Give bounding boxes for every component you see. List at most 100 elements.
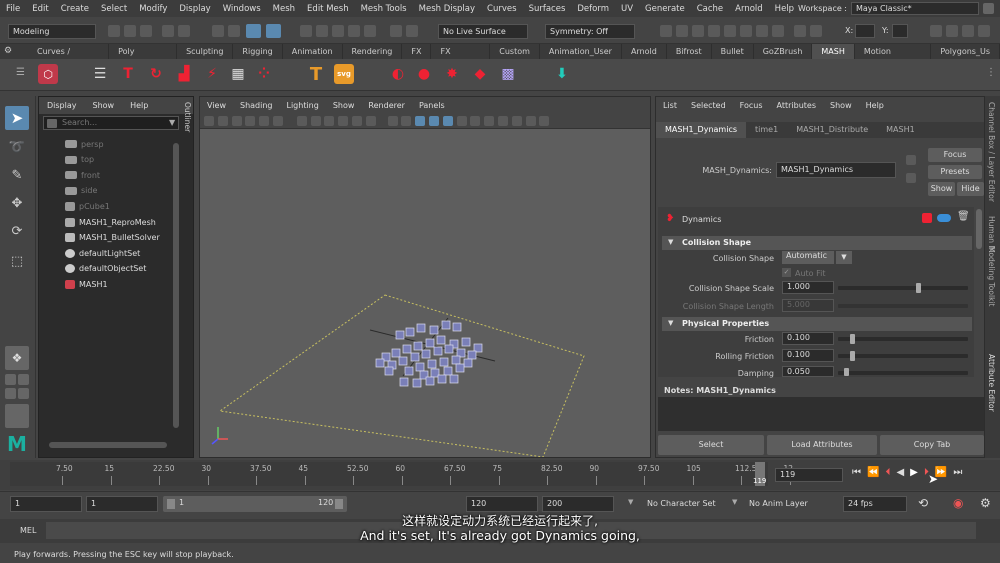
- menu-arnold[interactable]: Arnold: [729, 4, 769, 14]
- select-component-icon[interactable]: [246, 24, 261, 38]
- anim-layer-label[interactable]: No Anim Layer: [749, 499, 808, 508]
- show-button[interactable]: Show: [928, 182, 955, 196]
- outliner-item[interactable]: defaultLightSet: [65, 246, 140, 260]
- mash-cube[interactable]: [421, 349, 431, 359]
- menu-deform[interactable]: Deform: [571, 4, 615, 14]
- points-node-icon[interactable]: ⁘: [254, 64, 274, 84]
- snap-view-plane-icon[interactable]: [348, 25, 360, 37]
- dynamics-node-icon[interactable]: ✸: [442, 64, 462, 84]
- camera-select-icon[interactable]: [204, 116, 214, 126]
- signal-node-icon[interactable]: ●: [414, 64, 434, 84]
- layout-single-icon[interactable]: [5, 374, 16, 385]
- menu-set-dropdown[interactable]: Modeling: [8, 24, 96, 39]
- outliner-item[interactable]: MASH1_ReproMesh: [65, 215, 156, 229]
- shelf-settings-icon[interactable]: ⚙: [4, 46, 16, 57]
- play-backwards-icon[interactable]: ◀: [896, 467, 904, 478]
- shelf-tab-fx[interactable]: FX: [402, 44, 432, 59]
- snap-curve-icon[interactable]: [316, 25, 328, 37]
- copy-tab-button[interactable]: Copy Tab: [880, 435, 984, 455]
- shelf-tab-sculpting[interactable]: Sculpting: [177, 44, 234, 59]
- film-gate-icon[interactable]: [310, 116, 321, 126]
- shape-scale-field[interactable]: 1.000: [782, 281, 834, 294]
- x-field[interactable]: [855, 24, 875, 38]
- shelf-tab-fx-caching[interactable]: FX Caching: [431, 44, 491, 71]
- ae-tab-mash1-distribute[interactable]: MASH1_Distribute: [787, 122, 877, 138]
- color-node-icon[interactable]: ◆: [470, 64, 490, 84]
- shelf-tab-bullet[interactable]: Bullet: [712, 44, 754, 59]
- shelf-tab-animation[interactable]: Animation: [283, 44, 343, 59]
- outliner-menu-show[interactable]: Show: [85, 101, 123, 110]
- hide-button[interactable]: Hide: [957, 182, 984, 196]
- anim-layer-arrow-icon[interactable]: ▼: [732, 498, 737, 506]
- shelf-tab-mash[interactable]: MASH: [812, 44, 855, 59]
- shape-scale-knob[interactable]: [916, 283, 921, 293]
- xray-icon[interactable]: [525, 116, 536, 126]
- range-end-handle[interactable]: [335, 499, 343, 509]
- collision-shape-dropdown[interactable]: Automatic: [782, 251, 834, 264]
- delete-icon[interactable]: 🗑: [957, 211, 970, 222]
- xray-joints-icon[interactable]: [539, 116, 550, 126]
- menu-display[interactable]: Display: [173, 4, 216, 14]
- damping-field[interactable]: 0.050: [782, 366, 834, 377]
- gate-mask-icon[interactable]: [338, 116, 349, 126]
- snap-point-icon[interactable]: [332, 25, 344, 37]
- mash-cube[interactable]: [412, 378, 422, 388]
- go-to-end-icon[interactable]: ⏭: [953, 467, 962, 478]
- shelf-tab-poly-modeling[interactable]: Poly Modeling: [109, 44, 178, 71]
- damping-knob[interactable]: [844, 368, 849, 376]
- preferences-icon[interactable]: ⚙: [980, 496, 991, 510]
- textured-icon[interactable]: [429, 116, 439, 126]
- mash-cube[interactable]: [433, 346, 443, 356]
- outliner-item[interactable]: persp: [65, 137, 104, 151]
- make-live-icon[interactable]: [364, 25, 376, 37]
- shelf-tab-motion-graphics[interactable]: Motion Graphics: [855, 44, 932, 71]
- mash-cube[interactable]: [375, 358, 385, 368]
- save-scene-icon[interactable]: [140, 25, 152, 37]
- grid-icon[interactable]: [296, 116, 307, 126]
- mash-cube[interactable]: [439, 357, 449, 367]
- new-scene-icon[interactable]: [108, 25, 120, 37]
- search-dropdown-icon[interactable]: ▼: [169, 118, 175, 127]
- node-name-field[interactable]: MASH1_Dynamics: [776, 162, 896, 178]
- lasso-tool-icon[interactable]: ➰: [5, 136, 29, 160]
- friction-knob[interactable]: [850, 334, 855, 344]
- shape-scale-slider[interactable]: [838, 286, 968, 290]
- light-editor-icon[interactable]: [756, 25, 768, 37]
- ae-menu-selected[interactable]: Selected: [684, 101, 733, 110]
- viewport-menu-show[interactable]: Show: [326, 101, 362, 110]
- outliner-filter-icon[interactable]: [47, 119, 57, 128]
- mash-cube[interactable]: [398, 356, 408, 366]
- mash-cube[interactable]: [404, 366, 414, 376]
- outliner-tab-label[interactable]: Outliner: [183, 102, 192, 132]
- workspace-dropdown[interactable]: Maya Classic*: [851, 2, 979, 15]
- shelf-tab-animation-user[interactable]: Animation_User: [540, 44, 622, 59]
- bookmark-icon[interactable]: [231, 116, 242, 126]
- enable-toggle[interactable]: [937, 214, 951, 222]
- shadows-icon[interactable]: [456, 116, 467, 126]
- svg-tool-icon[interactable]: svg: [334, 64, 354, 84]
- redo-icon[interactable]: [178, 25, 190, 37]
- outliner-vscroll[interactable]: [173, 143, 179, 428]
- input-connections-icon[interactable]: [390, 25, 402, 37]
- text-node-icon[interactable]: T: [118, 64, 138, 84]
- play-forwards-icon[interactable]: ▶: [910, 467, 918, 478]
- menu-create[interactable]: Create: [55, 4, 95, 14]
- render-view-icon[interactable]: [660, 25, 672, 37]
- mash-cube[interactable]: [444, 344, 454, 354]
- 2d-pan-icon[interactable]: [273, 116, 283, 126]
- mash-cube[interactable]: [415, 362, 425, 372]
- output-connections-icon[interactable]: [406, 25, 418, 37]
- rolling-friction-knob[interactable]: [850, 351, 855, 361]
- hypershade-icon[interactable]: [724, 25, 736, 37]
- load-attributes-button[interactable]: Load Attributes: [767, 435, 877, 455]
- viewport-menu-view[interactable]: View: [200, 101, 233, 110]
- symmetry-dropdown[interactable]: Symmetry: Off: [545, 24, 635, 39]
- focus-button[interactable]: Focus: [928, 148, 982, 162]
- ambient-occlusion-icon[interactable]: [470, 116, 481, 126]
- create-mash-network-icon[interactable]: ⬡: [38, 64, 58, 84]
- menu-generate[interactable]: Generate: [639, 4, 691, 14]
- motion-blur-icon[interactable]: [484, 116, 495, 126]
- outliner-menu-display[interactable]: Display: [39, 101, 85, 110]
- wireframe-icon[interactable]: [387, 116, 398, 126]
- ae-vscroll[interactable]: [976, 209, 982, 249]
